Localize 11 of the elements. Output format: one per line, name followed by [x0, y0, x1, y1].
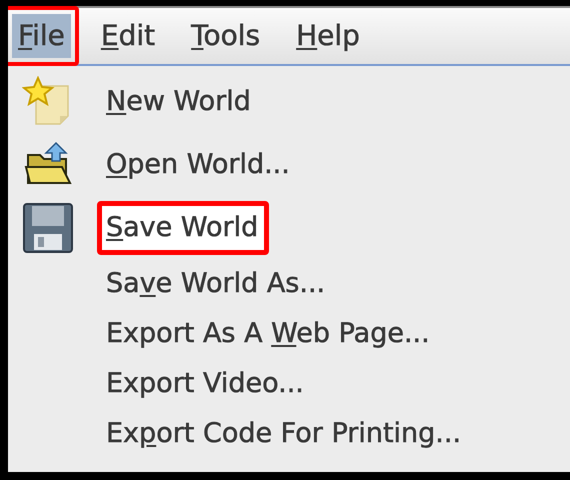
menu-item[interactable]: Export Code For Printing...: [106, 418, 462, 449]
menu-item[interactable]: Open World...: [106, 148, 290, 180]
menu-item[interactable]: Export As A Web Page...: [106, 318, 430, 349]
menu-title[interactable]: Tools: [185, 14, 266, 58]
menu-title[interactable]: Edit: [94, 14, 162, 58]
menu-item[interactable]: Save World As...: [106, 268, 326, 299]
menu-title[interactable]: File: [12, 14, 71, 58]
menu-item[interactable]: Export Video...: [106, 368, 304, 399]
menu-title[interactable]: Help: [290, 14, 366, 58]
menu-item[interactable]: Save World: [106, 212, 258, 242]
menu-item[interactable]: New World: [106, 86, 251, 116]
